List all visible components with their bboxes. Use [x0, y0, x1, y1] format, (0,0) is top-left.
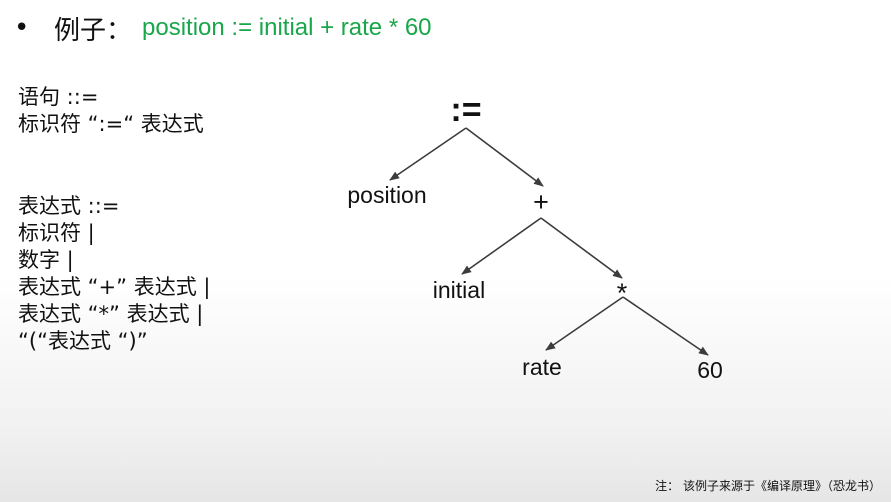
node-60: 60 — [697, 357, 723, 383]
node-position: position — [347, 182, 426, 208]
parse-tree: := position + initial * rate 60 — [347, 91, 723, 383]
edge-plus-to-initial — [461, 217, 542, 275]
edge-root-to-position — [389, 127, 467, 181]
node-plus: + — [533, 187, 549, 217]
footnote: 注： 该例子来源于《编译原理》（恐龙书） — [655, 479, 881, 493]
node-initial: initial — [433, 277, 485, 303]
edge-times-to-60 — [622, 296, 709, 356]
node-rate: rate — [522, 354, 562, 380]
edge-times-to-rate — [545, 296, 624, 351]
node-assign: := — [450, 91, 481, 129]
edge-root-to-plus — [465, 127, 544, 187]
node-times: * — [617, 278, 628, 308]
edge-plus-to-times — [540, 217, 623, 279]
